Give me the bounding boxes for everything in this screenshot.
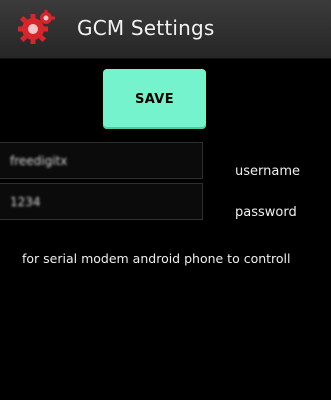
password-input[interactable] bbox=[0, 184, 202, 219]
username-label: username bbox=[235, 164, 300, 179]
password-label: password bbox=[235, 205, 297, 220]
gear-icon bbox=[18, 10, 55, 44]
password-field-container bbox=[0, 183, 203, 220]
save-button[interactable]: SAVE bbox=[103, 69, 206, 129]
action-bar: GCM Settings bbox=[0, 0, 331, 59]
username-field-container bbox=[0, 142, 203, 179]
username-input[interactable] bbox=[0, 143, 202, 178]
description-text: for serial modem android phone to contro… bbox=[22, 251, 291, 266]
app-title: GCM Settings bbox=[77, 16, 215, 40]
